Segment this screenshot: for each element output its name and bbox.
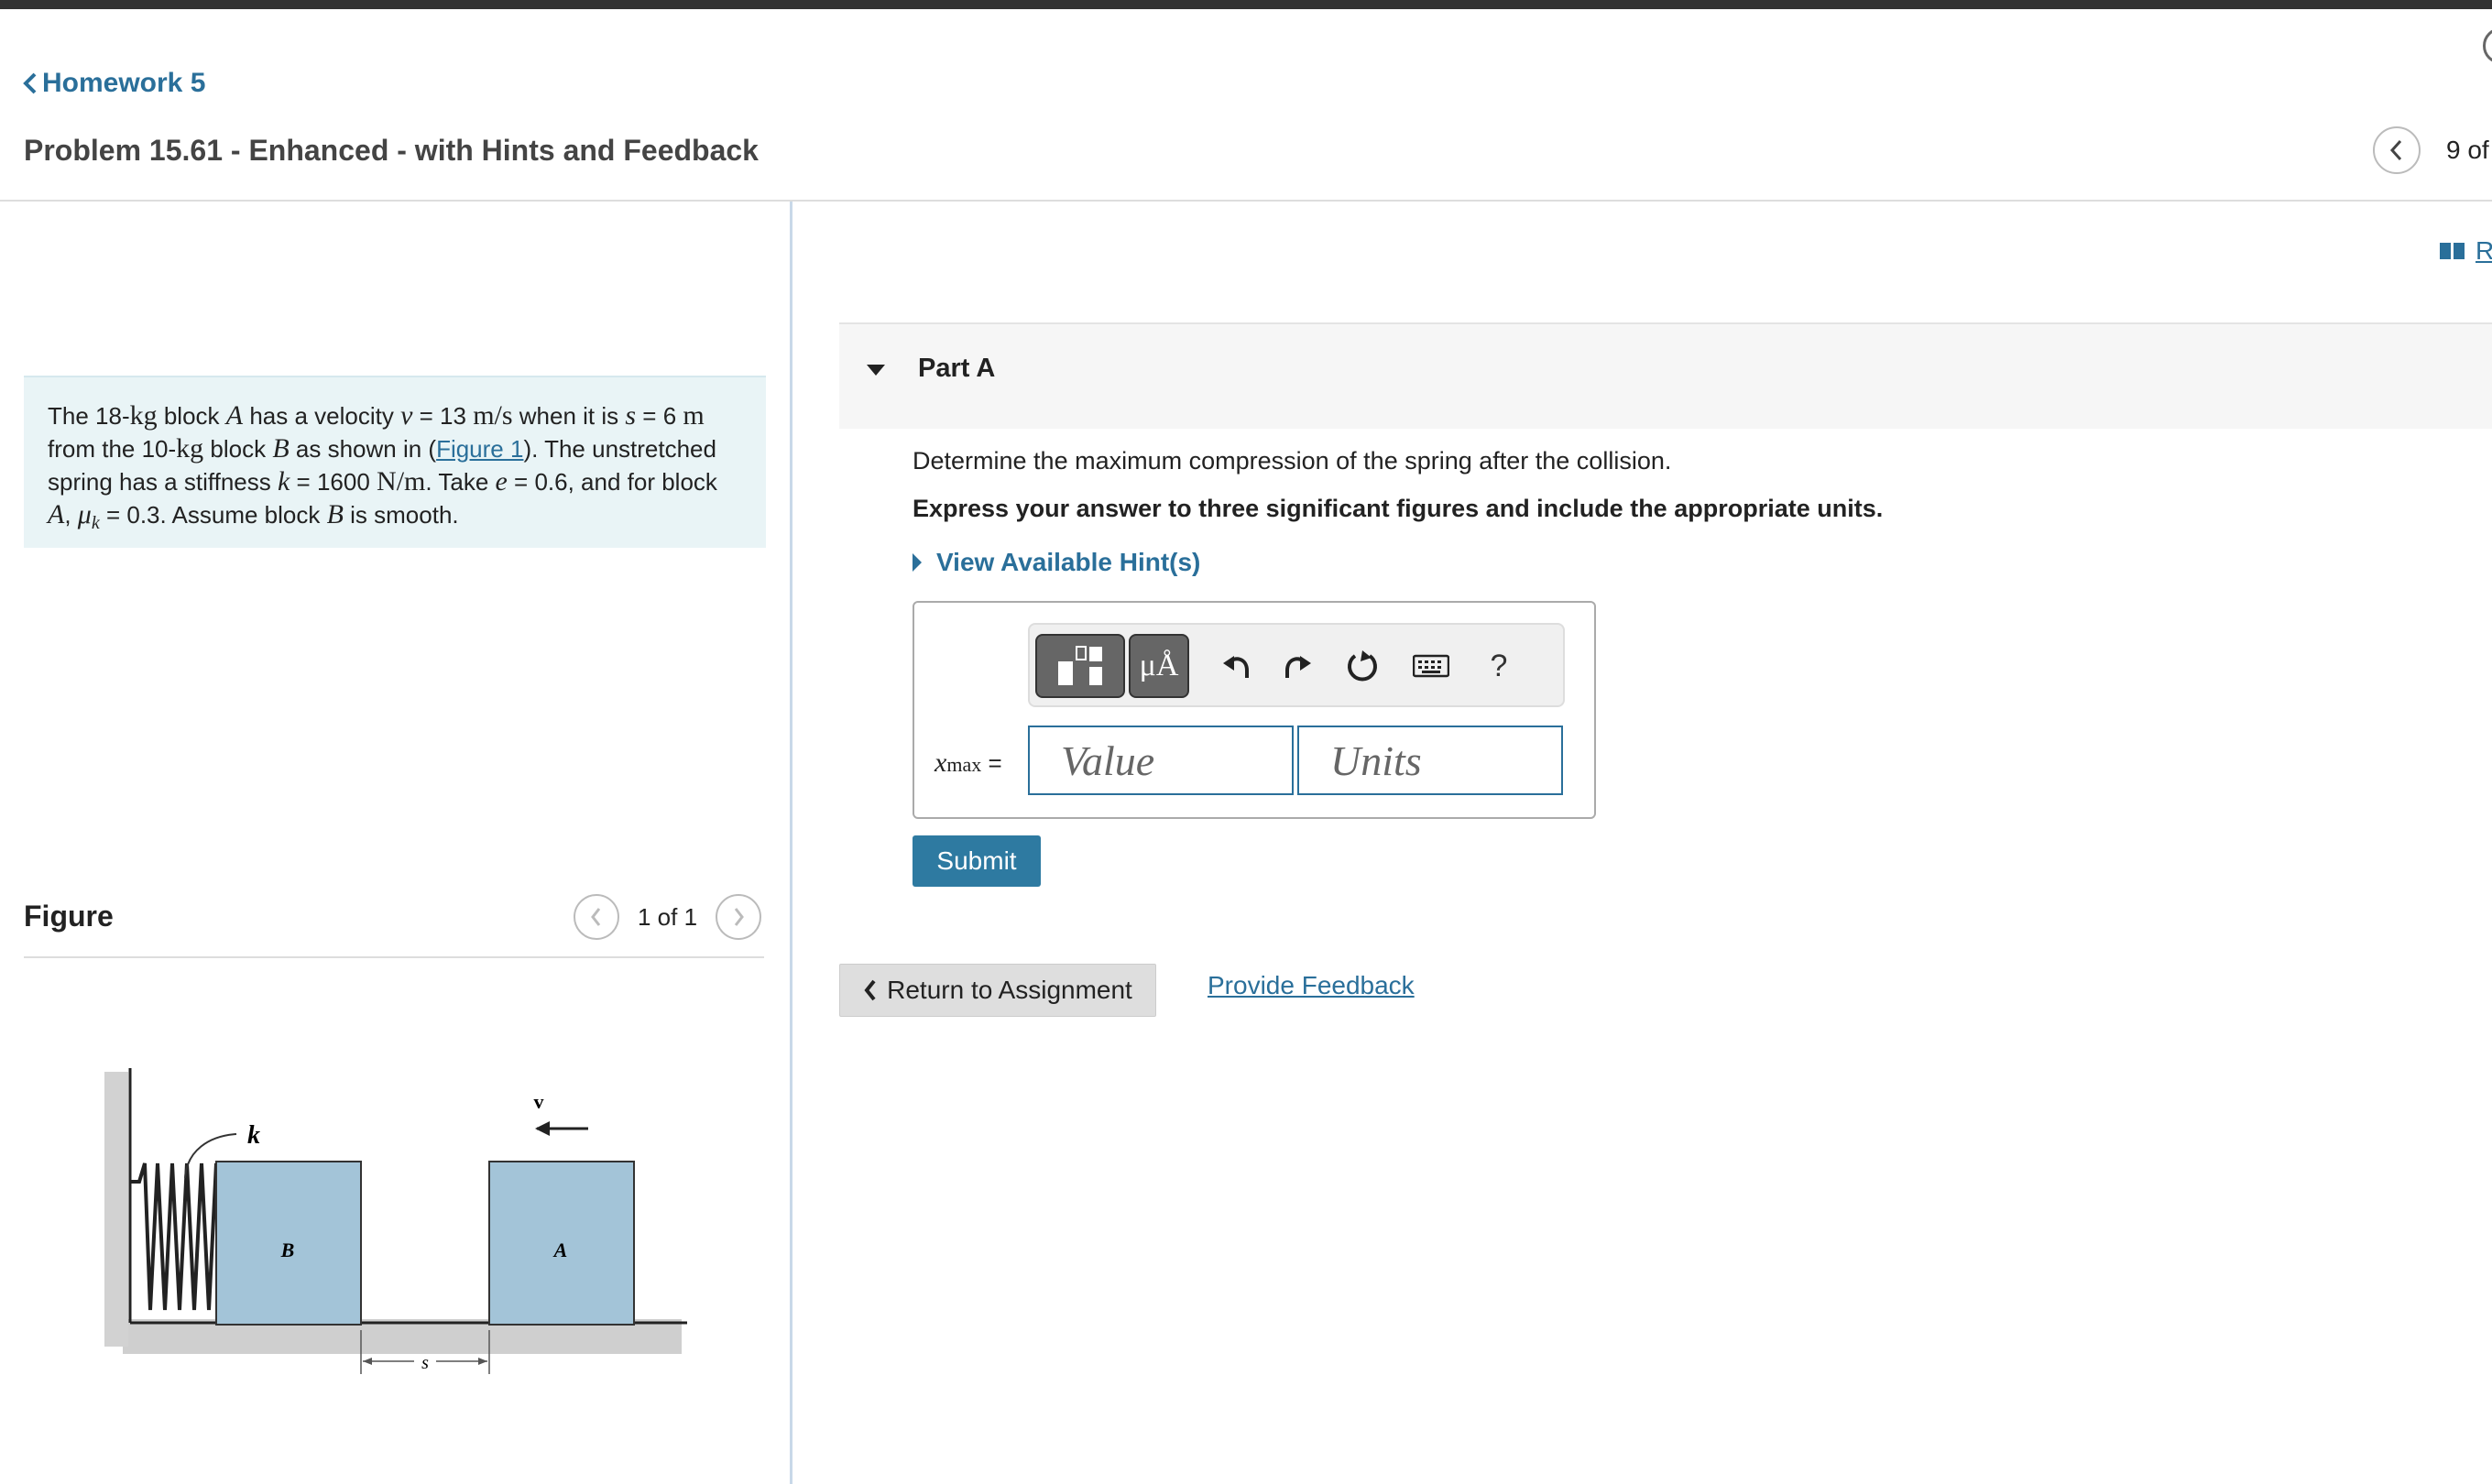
previous-problem-button[interactable] xyxy=(2373,126,2421,174)
reset-button[interactable] xyxy=(1334,634,1389,698)
var-e: e xyxy=(495,466,508,496)
figure-count: 1 of 1 xyxy=(638,902,698,931)
problem-navigation: 9 of xyxy=(2373,126,2489,174)
profile-icon[interactable] xyxy=(2483,27,2492,64)
var-a: A xyxy=(48,499,65,529)
problem-text: = 6 xyxy=(636,402,683,430)
spring xyxy=(130,1162,224,1311)
help-button[interactable]: ? xyxy=(1471,634,1526,698)
reset-icon xyxy=(1348,650,1377,682)
problem-text: = 0.3. Assume block xyxy=(99,501,327,529)
problem-statement: The 18-kg block A has a velocity v = 13 … xyxy=(24,376,766,548)
problem-page-count: 9 of xyxy=(2446,136,2489,164)
resources-label: R xyxy=(2476,236,2492,265)
top-bar xyxy=(0,0,2492,9)
var-v: v xyxy=(400,400,413,431)
problem-text: , xyxy=(64,501,78,529)
redo-button[interactable] xyxy=(1270,634,1325,698)
block-b-label: B xyxy=(280,1238,295,1261)
submit-button[interactable]: Submit xyxy=(913,835,1041,887)
value-input[interactable] xyxy=(1028,726,1294,795)
next-figure-button[interactable] xyxy=(716,894,762,940)
problem-text: as shown in ( xyxy=(289,435,437,463)
answer-instructions: Express your answer to three significant… xyxy=(913,495,1884,522)
var-s: s xyxy=(625,400,637,431)
math-toolbar: μÅ ? xyxy=(1028,623,1565,707)
problem-text: . Take xyxy=(425,468,496,496)
answer-var-subscript: max xyxy=(946,753,982,776)
dim-arrow-left xyxy=(363,1358,372,1365)
redo-icon xyxy=(1285,656,1311,678)
provide-feedback-link[interactable]: Provide Feedback xyxy=(1208,971,1415,1000)
unit-n-m: N/m xyxy=(377,466,426,496)
velocity-arrowhead xyxy=(535,1121,550,1136)
problem-text: = 13 xyxy=(412,402,474,430)
resources-link[interactable]: R xyxy=(2439,236,2492,266)
keyboard-button[interactable] xyxy=(1404,634,1459,698)
undo-icon xyxy=(1223,656,1249,678)
book-icon xyxy=(2440,243,2465,259)
hints-label: View Available Hint(s) xyxy=(936,548,1201,576)
chevron-left-icon xyxy=(864,979,876,1001)
spring-label-k: k xyxy=(247,1121,260,1150)
units-symbols-button[interactable]: μÅ xyxy=(1129,634,1189,698)
view-hints-toggle[interactable]: View Available Hint(s) xyxy=(911,548,1200,577)
back-to-homework-link[interactable]: Homework 5 xyxy=(22,68,205,99)
answer-box: μÅ ? xmax = Value Units xyxy=(913,601,1596,819)
problem-text: The 18- xyxy=(48,402,130,430)
chevron-left-icon xyxy=(23,72,37,94)
problem-text: when it is xyxy=(512,402,626,430)
question-text: Determine the maximum compression of the… xyxy=(913,447,1672,475)
problem-title: Problem 15.61 - Enhanced - with Hints an… xyxy=(24,134,759,167)
var-a: A xyxy=(225,400,244,431)
dim-arrow-right xyxy=(478,1358,487,1365)
undo-button[interactable] xyxy=(1209,634,1264,698)
chevron-right-icon xyxy=(734,908,744,926)
equals-sign: = xyxy=(981,749,1002,777)
chevron-left-icon xyxy=(2389,139,2402,161)
figure-image: B A k v s xyxy=(104,1068,687,1374)
return-label: Return to Assignment xyxy=(887,976,1132,1004)
block-a-label: A xyxy=(552,1238,568,1261)
problem-text: from the 10- xyxy=(48,435,177,463)
pane-divider[interactable] xyxy=(790,202,792,1484)
problem-text: = 1600 xyxy=(290,468,377,496)
problem-text: has a velocity xyxy=(243,402,401,430)
problem-text: block xyxy=(203,435,273,463)
problem-text: is smooth. xyxy=(343,501,459,529)
var-b: B xyxy=(326,499,344,529)
back-link-label: Homework 5 xyxy=(42,68,206,98)
figure-link[interactable]: Figure 1 xyxy=(436,435,523,463)
part-a-header[interactable]: Part A xyxy=(839,322,2492,429)
unit-kg: kg xyxy=(129,400,158,431)
var-mu: μ xyxy=(77,499,92,529)
distance-label-s: s xyxy=(421,1353,429,1373)
part-a-title: Part A xyxy=(918,354,996,383)
unit-m-s: m/s xyxy=(473,400,513,431)
return-to-assignment-button[interactable]: Return to Assignment xyxy=(839,964,1156,1017)
caret-right-icon xyxy=(913,553,922,572)
problem-text: = 0.6, and for block xyxy=(507,468,717,496)
keyboard-icon xyxy=(1413,654,1449,678)
figure-title: Figure xyxy=(24,900,114,933)
caret-down-icon[interactable] xyxy=(865,363,887,377)
chevron-left-icon xyxy=(591,908,601,926)
figure-navigation: 1 of 1 xyxy=(574,894,762,940)
figure-header: Figure 1 of 1 xyxy=(24,894,764,958)
previous-figure-button[interactable] xyxy=(574,894,619,940)
header-divider xyxy=(0,200,2492,202)
wall-shadow xyxy=(104,1072,128,1347)
answer-var: x xyxy=(934,747,947,778)
velocity-label: v xyxy=(534,1090,544,1113)
var-mu-subscript: k xyxy=(91,513,100,534)
templates-icon xyxy=(1058,646,1102,685)
templates-button[interactable] xyxy=(1035,634,1125,698)
var-k: k xyxy=(278,466,290,496)
problem-text: block xyxy=(157,402,226,430)
answer-variable-label: xmax = xyxy=(934,747,1002,779)
unit-m: m xyxy=(683,400,705,431)
units-input[interactable] xyxy=(1297,726,1563,795)
var-b: B xyxy=(272,433,290,464)
unit-kg: kg xyxy=(176,433,204,464)
